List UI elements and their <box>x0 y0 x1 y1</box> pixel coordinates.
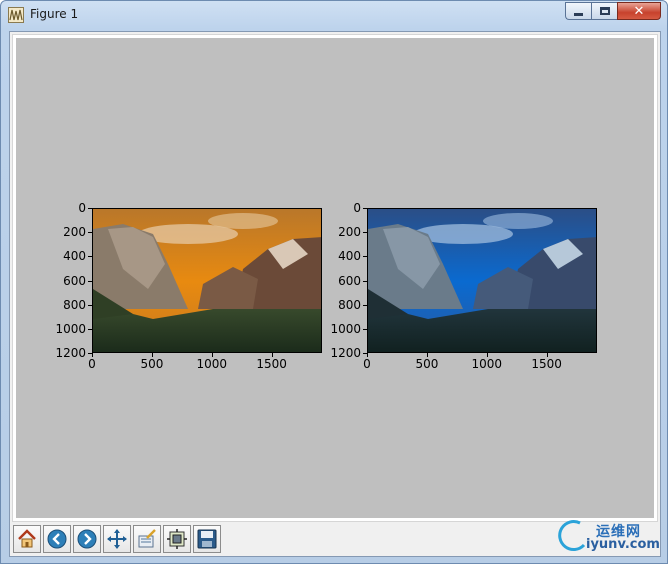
y-tick-mark <box>88 256 92 258</box>
canvas-frame: 0 200 400 600 800 1000 1200 0 500 1000 1500 0 200 400… <box>12 34 658 522</box>
minimize-button[interactable] <box>565 2 591 20</box>
forward-arrow-icon <box>77 529 97 549</box>
y-tick-label: 800 <box>338 297 361 312</box>
y-tick-label: 0 <box>353 201 361 215</box>
x-tick-label: 1000 <box>196 357 228 371</box>
maximize-icon <box>599 7 610 15</box>
y-tick-mark <box>363 232 367 234</box>
window-controls: ✕ <box>565 2 661 22</box>
configure-subplots-button[interactable] <box>163 525 191 553</box>
y-tick-mark <box>363 256 367 258</box>
y-tick-mark <box>363 208 367 209</box>
watermark-logo-icon <box>558 520 586 551</box>
x-tick-mark <box>271 353 273 357</box>
x-tick-label: 500 <box>140 357 164 371</box>
zoom-button[interactable] <box>133 525 161 553</box>
y-tick-label: 600 <box>63 273 86 288</box>
image-right[interactable] <box>367 208 597 353</box>
back-arrow-icon <box>47 529 67 549</box>
watermark-url: iyunv.com <box>586 537 660 552</box>
y-tick-mark <box>363 280 367 282</box>
save-button[interactable] <box>193 525 221 553</box>
figure-canvas[interactable]: 0 200 400 600 800 1000 1200 0 500 1000 1500 0 200 400… <box>16 38 654 518</box>
home-button[interactable] <box>13 525 41 553</box>
y-tick-label: 1000 <box>55 321 86 336</box>
y-tick-mark <box>88 208 92 209</box>
app-icon[interactable] <box>8 7 24 23</box>
x-tick-label: 0 <box>363 357 371 371</box>
y-tick-label: 200 <box>63 225 86 240</box>
y-tick-mark <box>363 328 367 330</box>
x-tick-mark <box>211 353 213 357</box>
x-tick-label: 1000 <box>471 357 503 371</box>
window-title: Figure 1 <box>30 7 79 21</box>
y-tick-mark <box>88 328 92 330</box>
y-tick-mark <box>88 232 92 234</box>
y-tick-label: 600 <box>338 273 361 288</box>
y-tick-mark <box>88 280 92 282</box>
x-tick-mark <box>367 353 368 357</box>
forward-button[interactable] <box>73 525 101 553</box>
y-tick-label: 400 <box>338 249 361 264</box>
pan-icon <box>107 529 127 549</box>
x-tick-mark <box>151 353 153 357</box>
x-tick-label: 500 <box>415 357 439 371</box>
y-tick-mark <box>88 304 92 306</box>
back-button[interactable] <box>43 525 71 553</box>
minimize-icon <box>574 12 583 16</box>
save-icon <box>197 529 217 549</box>
figure-window: Figure 1 ✕ 0 200 400 600 800 1000 1200 0… <box>0 0 668 564</box>
x-tick-label: 1500 <box>531 357 562 371</box>
y-tick-label: 400 <box>63 249 86 264</box>
y-tick-label: 1000 <box>330 321 361 336</box>
close-button[interactable]: ✕ <box>617 2 661 20</box>
watermark: 运维网 iyunv.com <box>558 519 660 555</box>
client-area: 0 200 400 600 800 1000 1200 0 500 1000 1500 0 200 400… <box>9 31 661 557</box>
maximize-button[interactable] <box>591 2 617 20</box>
home-icon <box>18 529 36 548</box>
subplots-icon <box>167 529 187 549</box>
x-tick-mark <box>546 353 548 357</box>
y-tick-label: 200 <box>338 225 361 240</box>
x-tick-label: 1500 <box>256 357 287 371</box>
pan-button[interactable] <box>103 525 131 553</box>
y-tick-label: 0 <box>78 201 86 215</box>
x-tick-label: 0 <box>88 357 96 371</box>
x-tick-mark <box>92 353 93 357</box>
x-tick-mark <box>426 353 428 357</box>
y-tick-mark <box>363 304 367 306</box>
x-tick-mark <box>486 353 488 357</box>
y-tick-label: 800 <box>63 297 86 312</box>
title-bar[interactable]: Figure 1 ✕ <box>1 1 667 29</box>
close-icon: ✕ <box>633 3 645 19</box>
zoom-icon <box>138 529 156 548</box>
